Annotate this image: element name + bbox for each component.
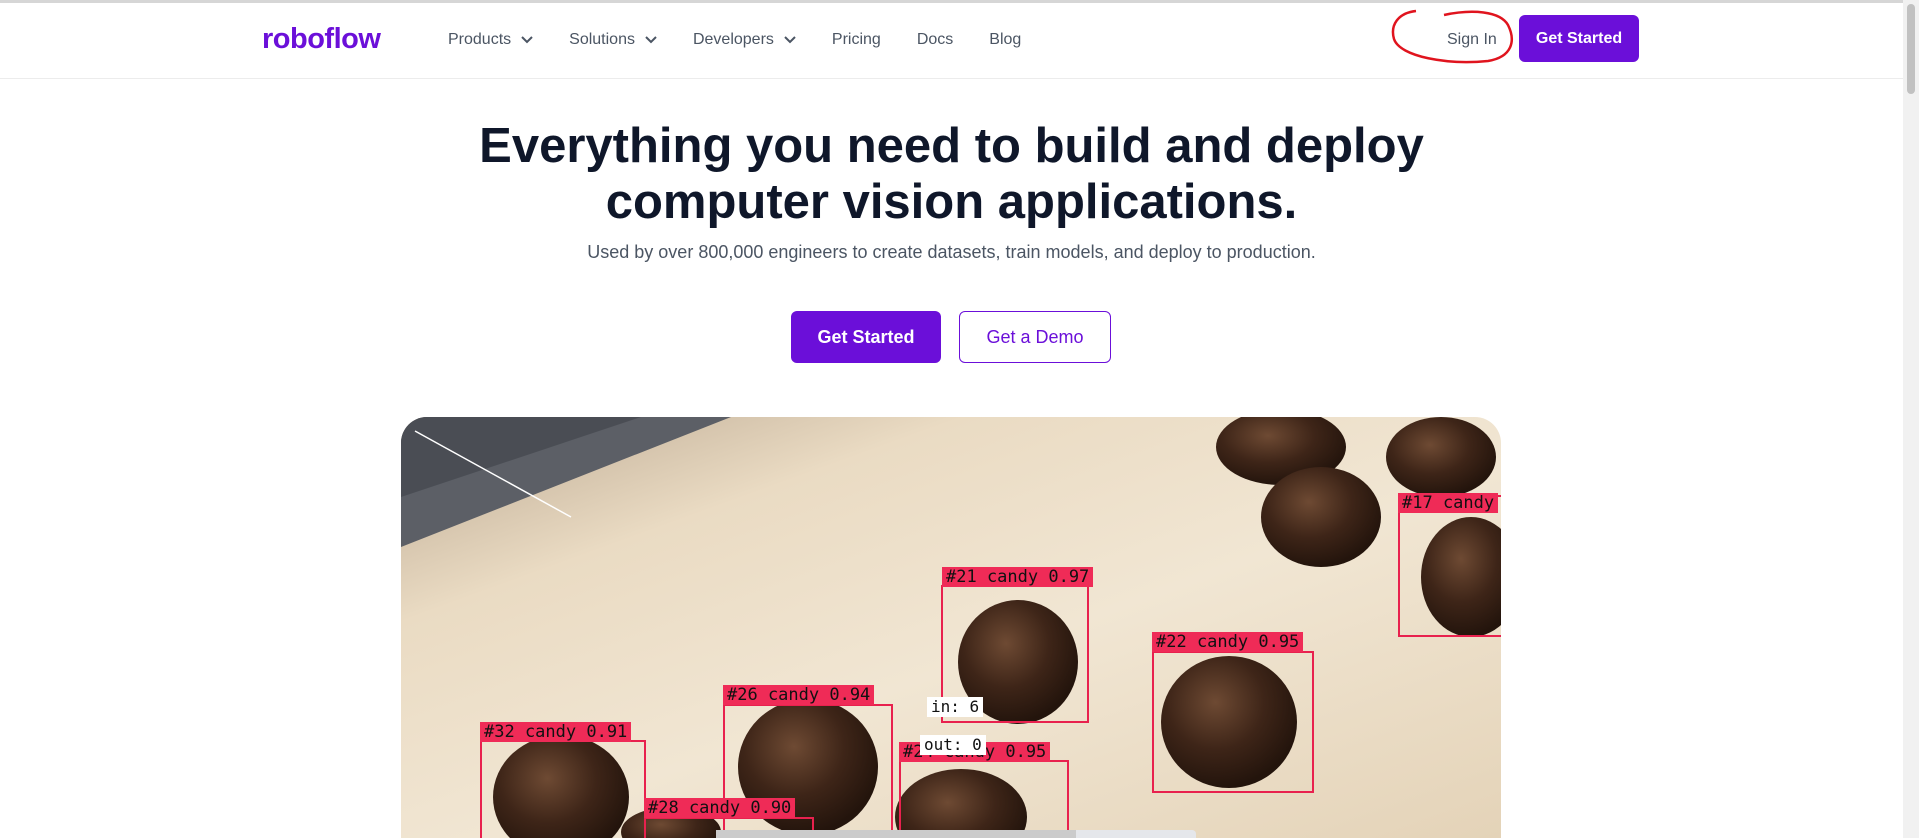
detection-label-21: #21 candy 0.97 bbox=[942, 567, 1094, 587]
nav-developers[interactable]: Developers bbox=[693, 31, 796, 49]
nav-pricing-label: Pricing bbox=[831, 31, 881, 48]
nav-solutions-label: Solutions bbox=[569, 31, 635, 48]
nav-docs[interactable]: Docs bbox=[917, 31, 953, 49]
header-get-started-button[interactable]: Get Started bbox=[1519, 15, 1639, 62]
nav-products-label: Products bbox=[448, 31, 512, 48]
nav-docs-label: Docs bbox=[916, 31, 954, 48]
hero-subtitle: Used by over 800,000 engineers to create… bbox=[587, 242, 1316, 262]
nav-solutions[interactable]: Solutions bbox=[569, 31, 657, 49]
hero-title-line2: computer vision applications. bbox=[605, 175, 1298, 229]
get-a-demo-button[interactable]: Get a Demo bbox=[959, 311, 1111, 363]
scrollbar-thumb[interactable] bbox=[1907, 4, 1915, 94]
nav-blog[interactable]: Blog bbox=[989, 31, 1021, 49]
sign-in-link[interactable]: Sign In bbox=[1447, 31, 1497, 49]
nav-products[interactable]: Products bbox=[448, 31, 533, 49]
detection-box-24 bbox=[899, 760, 1069, 838]
detection-label-32: #32 candy 0.91 bbox=[480, 722, 632, 742]
nav-blog-label: Blog bbox=[989, 31, 1022, 48]
detection-label-26: #26 candy 0.94 bbox=[723, 685, 875, 705]
detection-box-17 bbox=[1398, 495, 1501, 637]
demo-video[interactable]: #17 candy #21 candy 0.97 #22 candy 0.95 … bbox=[401, 417, 1501, 838]
chevron-down-icon bbox=[784, 36, 796, 44]
counter-out: out: 0 bbox=[920, 735, 986, 755]
hero-title-line1: Everything you need to build and deploy bbox=[479, 119, 1424, 173]
video-progress-bar[interactable] bbox=[716, 830, 1196, 838]
hero-get-started-button[interactable]: Get Started bbox=[791, 311, 941, 363]
chevron-down-icon bbox=[645, 36, 657, 44]
hero-title: Everything you need to build and deploy … bbox=[0, 118, 1903, 230]
detection-label-17: #17 candy bbox=[1398, 493, 1499, 513]
nav-developers-label: Developers bbox=[692, 31, 774, 48]
roboflow-logo[interactable]: roboflow bbox=[262, 23, 381, 56]
nav-pricing[interactable]: Pricing bbox=[832, 31, 881, 49]
detection-label-22: #22 candy 0.95 bbox=[1152, 632, 1304, 652]
main-nav: Products Solutions Developers Pricing Do… bbox=[448, 31, 1057, 49]
detection-box-22 bbox=[1152, 651, 1314, 793]
video-progress-fill bbox=[716, 830, 1076, 838]
site-header: roboflow Products Solutions Developers P… bbox=[0, 3, 1903, 79]
detection-label-28: #28 candy 0.90 bbox=[644, 798, 796, 818]
detection-box-32 bbox=[480, 740, 646, 838]
chevron-down-icon bbox=[521, 36, 533, 44]
counter-in: in: 6 bbox=[927, 697, 984, 717]
page-scrollbar[interactable] bbox=[1903, 0, 1919, 838]
